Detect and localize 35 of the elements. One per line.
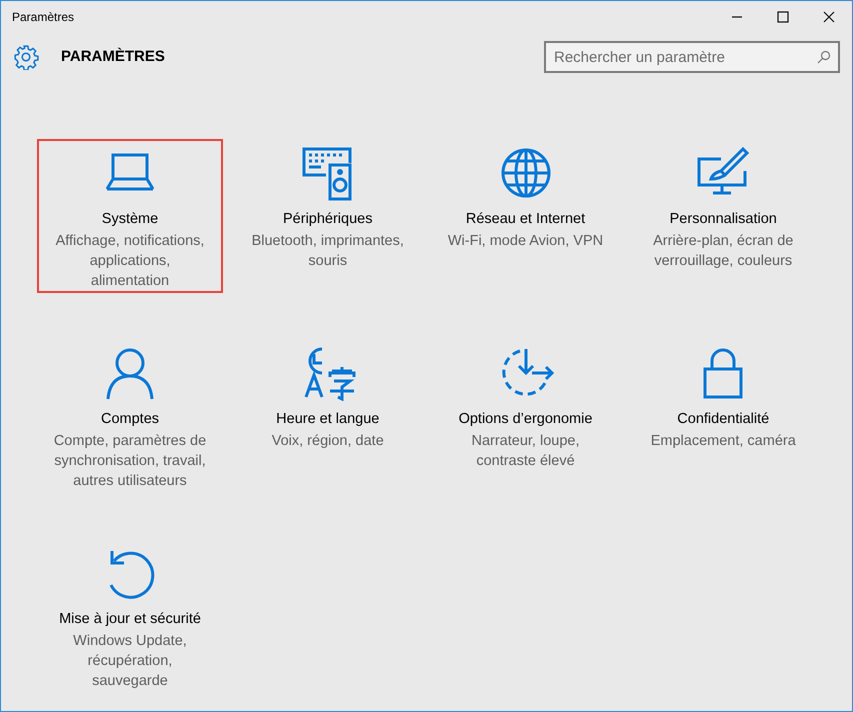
- tile-description: Compte, paramètres de synchronisation, travail, autres utilisateurs: [54, 432, 206, 491]
- tile-title: Système: [102, 210, 158, 229]
- settings-tile[interactable]: Personnalisation Arrière-plan, écran de verrouillage, couleurs: [630, 139, 816, 293]
- tile-description: Windows Update, récupération, sauvegarde: [73, 632, 187, 691]
- tile-title: Mise à jour et sécurité: [59, 610, 201, 629]
- settings-tile[interactable]: Heure et langue Voix, région, date: [234, 339, 421, 493]
- settings-tile[interactable]: Comptes Compte, paramètres de synchronisation, travail, autres utilisateurs: [37, 339, 223, 493]
- tile-title: Réseau et Internet: [466, 210, 586, 229]
- page-title: PARAMÈTRES: [61, 46, 166, 67]
- minimize-icon: [732, 16, 742, 18]
- search-icon: [817, 50, 831, 64]
- settings-tile[interactable]: Confidentialité Emplacement, caméra: [630, 339, 816, 493]
- window-title: Paramètres: [12, 9, 76, 26]
- tile-description: Arrière-plan, écran de verrouillage, couleurs: [653, 232, 794, 271]
- close-icon: [821, 9, 837, 25]
- maximize-icon: [775, 9, 791, 25]
- tile-title: Heure et langue: [276, 410, 380, 429]
- tile-description: Wi-Fi, mode Avion, VPN: [448, 232, 604, 251]
- tile-description: Voix, région, date: [272, 432, 384, 451]
- tile-title: Options d’ergonomie: [458, 410, 592, 429]
- settings-tile[interactable]: Réseau et Internet Wi-Fi, mode Avion, VPN: [432, 139, 618, 293]
- tile-description: Emplacement, caméra: [650, 432, 796, 451]
- settings-tile[interactable]: Périphériques Bluetooth, imprimantes, souris: [234, 139, 421, 293]
- settings-icon: [13, 44, 39, 70]
- tile-title: Confidentialité: [677, 410, 770, 429]
- settings-tile[interactable]: Mise à jour et sécurité Windows Update, récupération, sauvegarde: [37, 539, 223, 693]
- tile-description: Affichage, notifications, applications, alimentation: [56, 232, 204, 291]
- tile-title: Périphériques: [283, 210, 372, 229]
- settings-tile[interactable]: Système Affichage, notifications, applications, alimentation: [37, 139, 223, 293]
- settings-tile[interactable]: Options d’ergonomie Narrateur, loupe, contraste élevé: [432, 339, 618, 493]
- search-field[interactable]: Rechercher un paramètre: [544, 41, 840, 73]
- tile-description: Narrateur, loupe, contraste élevé: [471, 432, 580, 471]
- tile-title: Personnalisation: [670, 210, 777, 229]
- tile-description: Bluetooth, imprimantes, souris: [252, 232, 404, 271]
- tile-title: Comptes: [100, 410, 160, 429]
